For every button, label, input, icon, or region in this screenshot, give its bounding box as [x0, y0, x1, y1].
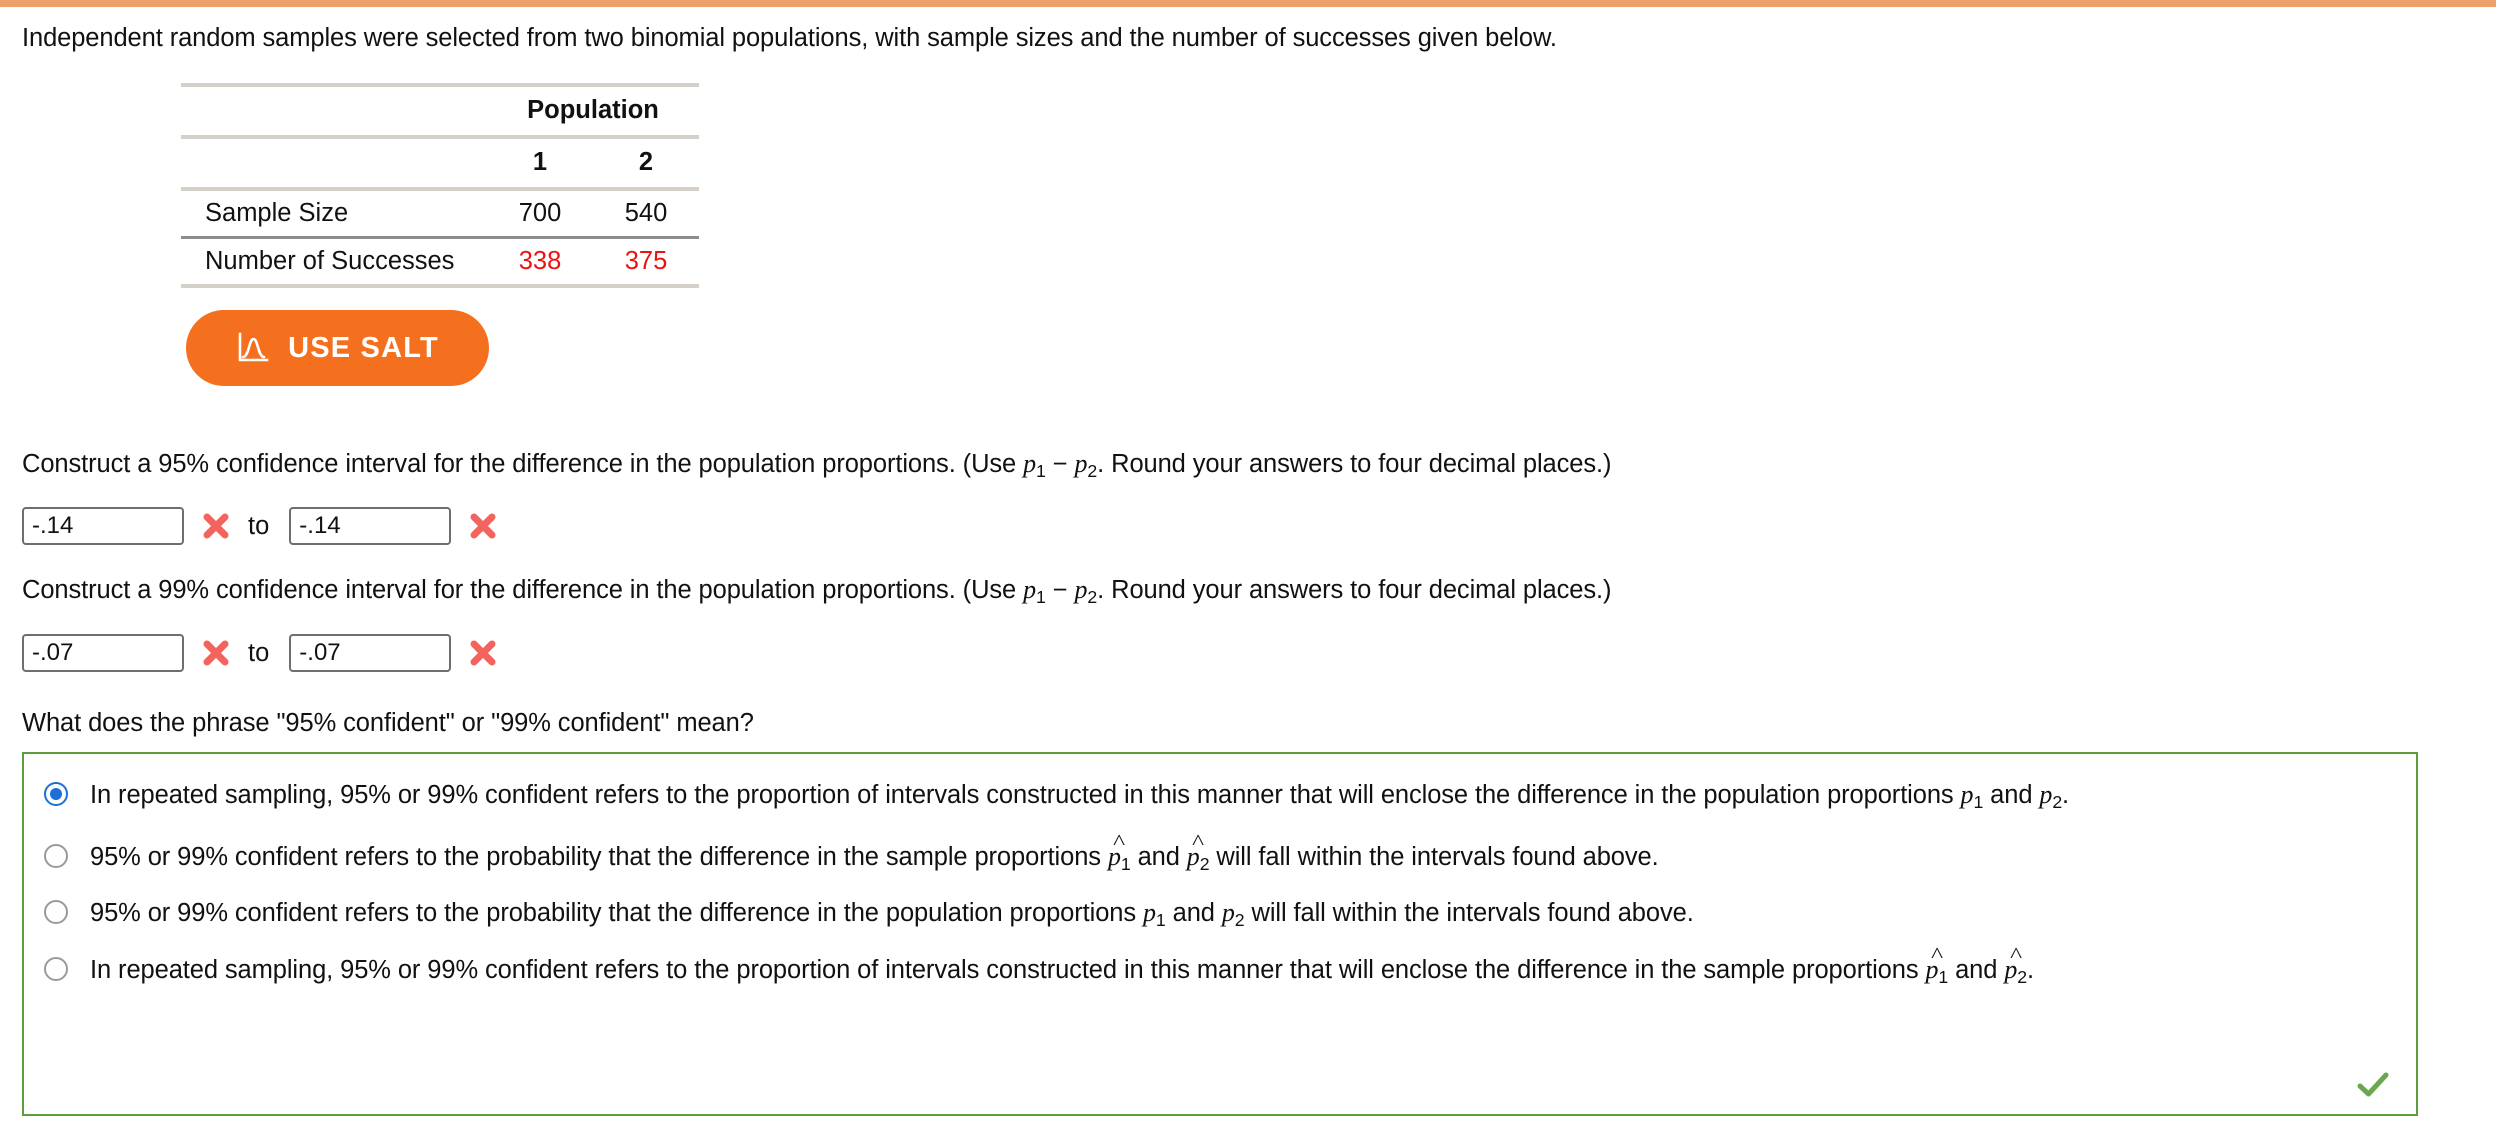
successes-pop2: 375 — [593, 235, 699, 286]
option-1-text-c: . — [2062, 781, 2070, 809]
option-2-text-b: and — [1130, 842, 1187, 871]
empty-corner-cell-2 — [181, 134, 487, 189]
row-label-sample-size: Sample Size — [181, 186, 487, 238]
question-1-answer-row: to — [22, 507, 498, 545]
sample-size-pop1: 700 — [487, 186, 593, 238]
ci99-upper-input[interactable] — [289, 634, 452, 672]
multiple-choice-prompt: What does the phrase "95% confident" or … — [22, 709, 754, 737]
option-1-text-a: In repeated sampling, 95% or 99% confide… — [90, 781, 1961, 809]
multiple-choice-options-box: In repeated sampling, 95% or 99% confide… — [22, 752, 2418, 1116]
table-header-cols-row: 1 2 — [181, 134, 699, 189]
correct-icon — [2356, 1068, 2390, 1102]
option-3-text-a: 95% or 99% confident refers to the proba… — [90, 899, 1144, 928]
option-3-text-b: and — [1165, 899, 1222, 928]
table-header-group-row: Population — [181, 82, 699, 137]
radio-option-1[interactable] — [44, 782, 68, 806]
math-phat2: p2 — [1187, 838, 1210, 878]
ci95-upper-input[interactable] — [289, 507, 452, 545]
math-p1: p1 — [1143, 898, 1166, 931]
option-2-text-c: will fall within the intervals found abo… — [1209, 842, 1659, 871]
option-2-label: 95% or 99% confident refers to the proba… — [90, 838, 1659, 878]
table-row: Sample Size 700 540 — [181, 186, 699, 238]
incorrect-icon — [201, 638, 231, 668]
incorrect-icon — [468, 638, 498, 668]
table-bottom-rule-row — [181, 283, 699, 290]
incorrect-icon — [468, 511, 498, 541]
option-4-text-a: In repeated sampling, 95% or 99% confide… — [90, 955, 1926, 984]
binomial-data-table: Population 1 2 Sample Size 700 540 Numbe… — [181, 82, 699, 290]
page-content: Independent random samples were selected… — [0, 7, 2496, 1116]
bottom-rule-2 — [487, 283, 593, 290]
option-2-text-a: 95% or 99% confident refers to the proba… — [90, 842, 1108, 871]
option-1-text-b: and — [1983, 781, 2040, 809]
option-1-label: In repeated sampling, 95% or 99% confide… — [90, 776, 2069, 816]
column-header-2: 2 — [593, 134, 699, 189]
column-header-1: 1 — [487, 134, 593, 189]
question-1-text-a: Construct a 95% confidence interval for … — [22, 450, 1024, 478]
math-p1: p1 — [1023, 575, 1046, 607]
radio-option-4[interactable] — [44, 956, 68, 981]
option-4-label: In repeated sampling, 95% or 99% confide… — [90, 951, 2034, 991]
radio-option-3[interactable] — [44, 900, 68, 925]
math-p1: p1 — [1023, 449, 1046, 481]
ci95-lower-input[interactable] — [22, 507, 184, 545]
group-header-population: Population — [487, 82, 699, 137]
range-connector-label: to — [248, 638, 270, 667]
range-connector-label: to — [248, 511, 270, 540]
use-salt-label: USE SALT — [288, 331, 439, 364]
option-4-text-b: and — [1948, 955, 2005, 984]
math-minus: − — [1045, 450, 1075, 478]
math-p2: p2 — [2039, 780, 2063, 812]
question-1-text-b: . Round your answers to four decimal pla… — [1097, 450, 1612, 478]
math-phat1: p1 — [1925, 951, 1948, 991]
math-phat2: p2 — [2004, 951, 2027, 991]
table-row: Number of Successes 338 375 — [181, 235, 699, 286]
bottom-rule-1 — [181, 283, 487, 290]
math-minus: − — [1045, 576, 1075, 604]
option-row-1[interactable]: In repeated sampling, 95% or 99% confide… — [24, 776, 2416, 816]
sample-size-pop2: 540 — [593, 186, 699, 238]
math-p2: p2 — [1221, 898, 1245, 931]
question-1-prompt: Construct a 95% confidence interval for … — [22, 447, 1612, 483]
option-row-2[interactable]: 95% or 99% confident refers to the proba… — [24, 838, 2416, 878]
successes-pop1: 338 — [487, 235, 593, 286]
use-salt-button[interactable]: USE SALT — [186, 310, 489, 386]
top-accent-bar — [0, 0, 2496, 7]
option-row-3[interactable]: 95% or 99% confident refers to the proba… — [24, 894, 2416, 934]
question-2-prompt: Construct a 99% confidence interval for … — [22, 573, 1612, 609]
empty-corner-cell — [181, 82, 487, 137]
math-p1: p1 — [1960, 780, 1984, 812]
ci99-lower-input[interactable] — [22, 634, 184, 672]
bottom-rule-3 — [593, 283, 699, 290]
incorrect-icon — [201, 511, 231, 541]
option-3-label: 95% or 99% confident refers to the proba… — [90, 894, 1694, 934]
intro-text: Independent random samples were selected… — [22, 24, 1557, 52]
question-2-answer-row: to — [22, 634, 498, 672]
option-row-4[interactable]: In repeated sampling, 95% or 99% confide… — [24, 951, 2416, 991]
radio-option-2[interactable] — [44, 843, 68, 868]
math-p2: p2 — [1074, 449, 1098, 481]
question-2-text-b: . Round your answers to four decimal pla… — [1097, 576, 1612, 604]
math-p2: p2 — [1074, 575, 1098, 607]
option-4-text-c: . — [2026, 955, 2034, 984]
math-phat1: p1 — [1108, 838, 1131, 878]
option-3-text-c: will fall within the intervals found abo… — [1244, 899, 1694, 928]
data-table-wrapper: Population 1 2 Sample Size 700 540 Numbe… — [181, 82, 2496, 290]
question-2-text-a: Construct a 99% confidence interval for … — [22, 576, 1024, 604]
normal-curve-icon — [236, 331, 270, 365]
row-label-number-of-successes: Number of Successes — [181, 235, 487, 286]
